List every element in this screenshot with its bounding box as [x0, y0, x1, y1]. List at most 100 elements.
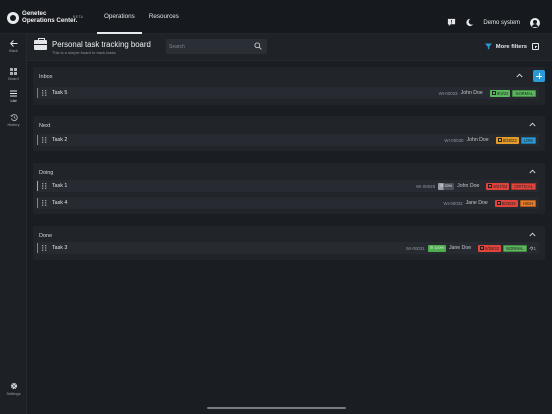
- task-color-bar: [37, 243, 38, 253]
- more-filters-label: More filters: [495, 43, 527, 50]
- calendar-icon: [480, 246, 485, 250]
- task-color-bar: [37, 135, 38, 145]
- calendar-icon: [497, 138, 502, 142]
- drag-handle-icon[interactable]: [42, 200, 47, 206]
- list-icon: [10, 90, 17, 97]
- task-assignee: John Doe: [466, 137, 489, 143]
- priority-badge: CRITICAL: [511, 182, 536, 190]
- calendar-icon: [496, 201, 501, 205]
- due-date-badge: 8/28/22: [495, 136, 519, 144]
- sidebar-item-history[interactable]: History: [0, 114, 27, 127]
- due-date-badge: 8/25/22: [478, 244, 502, 252]
- grid-icon: [10, 68, 17, 75]
- task-card[interactable]: Task 1 WI-00029 ☰ 33% John Doe 8/27/22 C…: [37, 180, 539, 192]
- sidebar: Back Board List History Settings: [0, 34, 27, 414]
- task-name: Task 2: [52, 137, 68, 143]
- back-label: Back: [9, 48, 18, 53]
- task-color-bar: [37, 198, 38, 208]
- add-task-button[interactable]: [533, 70, 545, 82]
- chevron-up-icon[interactable]: [516, 73, 523, 78]
- task-assignee: Jane Doe: [448, 245, 472, 251]
- top-right-actions: Demo system: [447, 14, 540, 32]
- add-filter-icon[interactable]: [532, 43, 539, 50]
- priority-badge: NORMAL: [512, 89, 536, 97]
- top-bar: Genetec Operations Center. BETA Operatio…: [0, 0, 552, 34]
- settings-button[interactable]: Settings: [0, 382, 27, 396]
- task-name: Task 3: [52, 245, 68, 251]
- due-date-badge: 8/27/22: [486, 182, 510, 190]
- avatar-icon[interactable]: [530, 18, 540, 28]
- lane-title: Next: [39, 123, 51, 129]
- chevron-up-icon[interactable]: [529, 122, 536, 127]
- logo-line-2: Operations Center.: [22, 16, 78, 24]
- history-icon: [9, 114, 18, 121]
- task-card[interactable]: Task 5 WI-00033 John Doe 9/3/22 NORMAL: [37, 87, 539, 99]
- task-card[interactable]: Task 3 WI-00031 ☰ 100% Jane Doe 8/25/22 …: [37, 242, 539, 254]
- board-header: Personal task tracking board This is a s…: [27, 34, 552, 61]
- task-name: Task 5: [52, 90, 68, 96]
- task-id: WI-00032: [443, 200, 463, 206]
- task-assignee: John Doe: [457, 183, 480, 189]
- priority-badge: LOW: [520, 136, 536, 144]
- task-card[interactable]: Task 2 WI-00030 John Doe 8/28/22 LOW: [37, 134, 539, 146]
- lane-title: Doing: [39, 170, 54, 176]
- home-indicator[interactable]: [207, 407, 346, 409]
- lane-next: Next Task 2 WI-00030 John Doe 8/28/22 LO…: [33, 116, 545, 151]
- lane-doing: Doing Task 1 WI-00029 ☰ 33% John Doe 8/2…: [33, 163, 545, 214]
- board-title: Personal task tracking board: [52, 40, 151, 49]
- progress-label: ☰ 33%: [440, 183, 453, 188]
- due-date-badge: 9/3/22: [489, 89, 511, 97]
- lane-done: Done Task 3 WI-00031 ☰ 100% Jane Doe 8/2…: [33, 226, 545, 260]
- task-name: Task 4: [52, 200, 68, 206]
- search-placeholder: Search: [169, 44, 185, 50]
- drag-handle-icon[interactable]: [42, 183, 47, 189]
- board-subtitle: This is a simple board to track tasks: [52, 50, 116, 55]
- top-nav: Operations Resources: [97, 0, 186, 34]
- briefcase-icon: [34, 38, 47, 50]
- search-input[interactable]: Search: [166, 39, 267, 54]
- dark-mode-icon[interactable]: [465, 18, 474, 29]
- gear-icon: [10, 382, 17, 390]
- calendar-icon: [488, 184, 493, 188]
- task-card[interactable]: Task 4 WI-00032 Jane Doe 8/26/22 HIGH: [37, 197, 539, 209]
- drag-handle-icon[interactable]: [42, 245, 47, 251]
- settings-label: Settings: [6, 391, 21, 396]
- priority-badge: NORMAL: [503, 244, 527, 252]
- nav-resources[interactable]: Resources: [142, 0, 186, 34]
- task-assignee: John Doe: [460, 90, 483, 96]
- task-color-bar: [37, 181, 38, 191]
- progress-bar: ☰ 33%: [438, 182, 455, 190]
- chevron-up-icon[interactable]: [529, 232, 536, 237]
- app-logo[interactable]: Genetec Operations Center.: [7, 10, 78, 24]
- lane-title: Inbox: [39, 74, 53, 80]
- chevron-up-icon[interactable]: [529, 169, 536, 174]
- back-button[interactable]: Back: [0, 40, 27, 53]
- drag-handle-icon[interactable]: [42, 137, 47, 143]
- nav-operations[interactable]: Operations: [97, 0, 142, 34]
- feedback-icon[interactable]: [447, 14, 456, 32]
- sidebar-item-label: Board: [8, 76, 19, 81]
- genetec-logo-icon: [7, 11, 19, 24]
- task-assignee: Jane Doe: [465, 200, 488, 206]
- drag-handle-icon[interactable]: [42, 90, 47, 96]
- sidebar-item-label: List: [10, 98, 17, 103]
- sidebar-item-list[interactable]: List: [0, 90, 27, 103]
- arrow-left-icon: [9, 40, 17, 47]
- lane-inbox: Inbox Task 5 WI-00033 John Doe 9/3/22 NO…: [33, 67, 545, 105]
- beta-badge: BETA: [73, 15, 84, 19]
- task-id: WI-00030: [444, 137, 464, 143]
- subtask-count: 1: [529, 246, 536, 251]
- priority-badge: HIGH: [519, 199, 536, 207]
- task-id: WI-00033: [438, 90, 458, 96]
- calendar-icon: [491, 91, 496, 95]
- sidebar-item-label: History: [7, 122, 20, 127]
- sidebar-item-board[interactable]: Board: [0, 68, 27, 81]
- progress-bar: ☰ 100%: [427, 244, 446, 252]
- search-icon[interactable]: [254, 42, 262, 50]
- filter-icon: [484, 43, 492, 50]
- more-filters-button[interactable]: More filters: [484, 43, 539, 50]
- progress-label: ☰ 100%: [429, 245, 444, 250]
- due-date-badge: 8/26/22: [494, 199, 518, 207]
- lane-title: Done: [39, 233, 53, 239]
- user-name[interactable]: Demo system: [483, 20, 520, 26]
